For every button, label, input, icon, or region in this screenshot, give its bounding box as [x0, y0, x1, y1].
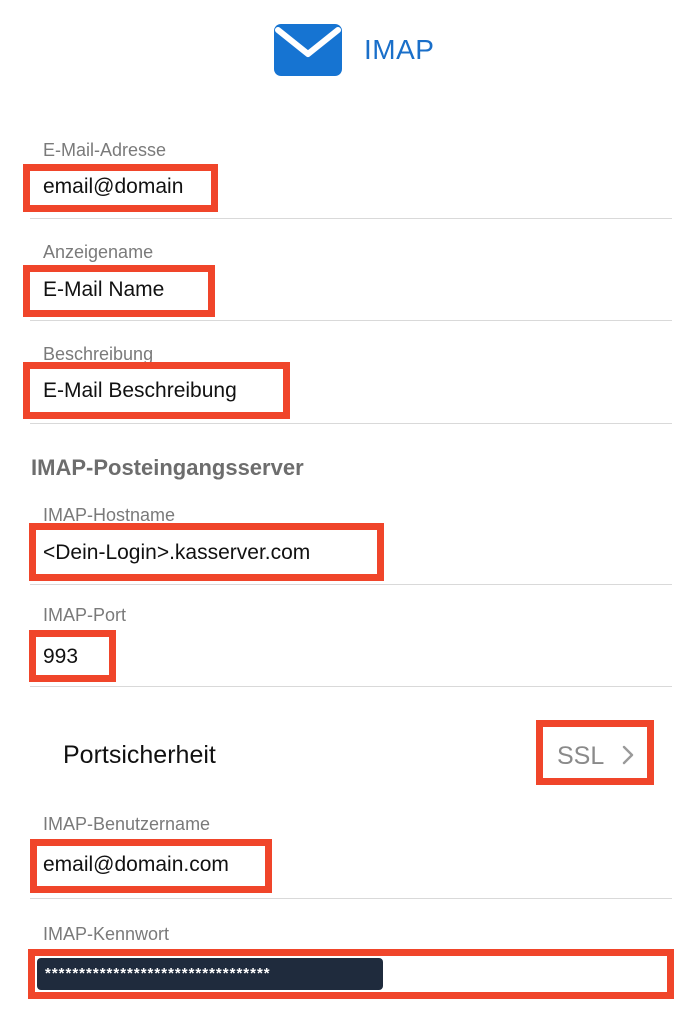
email-field[interactable]: email@domain: [43, 174, 183, 200]
description-field[interactable]: E-Mail Beschreibung: [43, 378, 237, 404]
mail-envelope-icon: [274, 24, 342, 76]
separator: [30, 584, 672, 585]
port-field[interactable]: 993: [43, 644, 78, 670]
separator: [30, 320, 672, 321]
hostname-field[interactable]: <Dein-Login>.kasserver.com: [43, 540, 310, 566]
separator: [30, 686, 672, 687]
display-name-field[interactable]: E-Mail Name: [43, 277, 164, 303]
display-name-label: Anzeigename: [43, 242, 154, 262]
password-label: IMAP-Kennwort: [43, 924, 170, 944]
username-label: IMAP-Benutzername: [43, 814, 211, 834]
separator: [30, 898, 672, 899]
port-security-value[interactable]: SSL: [557, 742, 604, 770]
port-security-label: Portsicherheit: [63, 741, 216, 769]
separator: [30, 423, 672, 424]
separator: [30, 218, 672, 219]
email-label: E-Mail-Adresse: [43, 140, 167, 160]
page-title: IMAP: [364, 34, 435, 65]
password-field[interactable]: *********************************: [37, 958, 383, 990]
imap-section-header: IMAP-Posteingangsserver: [31, 455, 304, 480]
port-label: IMAP-Port: [43, 605, 127, 625]
username-field[interactable]: email@domain.com: [43, 852, 229, 878]
chevron-right-icon[interactable]: [620, 744, 636, 766]
